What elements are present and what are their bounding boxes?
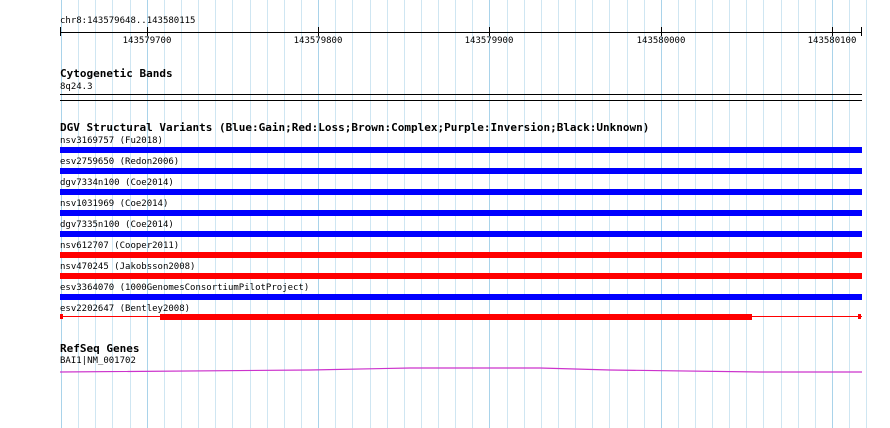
gain-variant-bar[interactable] [60,189,862,195]
ruler-tick [489,27,490,36]
variant-label[interactable]: nsv3169757 (Fu2018) [60,136,163,146]
ruler-tick [318,27,319,36]
cytoband-label[interactable]: 8q24.3 [60,82,93,92]
ruler-axis [60,32,862,33]
ruler-tick-label: 143580000 [636,36,686,46]
gene-intron-line [60,367,862,373]
cytoband-track-title: Cytogenetic Bands [60,67,173,80]
variant-label[interactable]: dgv7335n100 (Coe2014) [60,220,174,230]
loss-variant-bar[interactable] [60,273,862,279]
variant-label[interactable]: nsv470245 (Jakobsson2008) [60,262,195,272]
ruler-tick-label: 143579700 [122,36,172,46]
gain-variant-bar[interactable] [60,147,862,153]
variant-label[interactable]: esv2759650 (Redon2006) [60,157,179,167]
ruler-tick-label: 143580100 [807,36,857,46]
loss-variant-block[interactable] [160,314,752,320]
ruler-tick [861,27,862,36]
ruler-tick-label: 143579800 [293,36,343,46]
gain-variant-bar[interactable] [60,210,862,216]
ruler-tick [661,27,662,36]
loss-variant-bar[interactable] [60,252,862,258]
loss-variant-end-cap [858,314,861,319]
variant-label[interactable]: nsv1031969 (Coe2014) [60,199,168,209]
variant-label[interactable]: esv2202647 (Bentley2008) [60,304,190,314]
cytoband-bar-bottom [60,100,862,101]
variant-label[interactable]: nsv612707 (Cooper2011) [60,241,179,251]
cytoband-bar-top [60,94,862,95]
ruler-tick [147,27,148,36]
variant-label[interactable]: esv3364070 (1000GenomesConsortiumPilotPr… [60,283,309,293]
dgv-track-title: DGV Structural Variants (Blue:Gain;Red:L… [60,121,650,134]
ruler-coordinates: chr8:143579648..143580115 [60,16,196,26]
ruler-tick-label: 143579900 [464,36,514,46]
gain-variant-bar[interactable] [60,168,862,174]
gene-label[interactable]: BAI1|NM_001702 [60,356,136,366]
ruler-tick [832,27,833,36]
ruler-tick [60,27,61,36]
genome-browser-panel: chr8:143579648..143580115 143579700 1435… [0,0,890,428]
loss-variant-start-cap [60,314,63,319]
gene-model[interactable] [60,366,862,374]
variant-label[interactable]: dgv7334n100 (Coe2014) [60,178,174,188]
gain-variant-bar[interactable] [60,294,862,300]
refseq-track-title: RefSeq Genes [60,342,140,355]
gain-variant-bar[interactable] [60,231,862,237]
